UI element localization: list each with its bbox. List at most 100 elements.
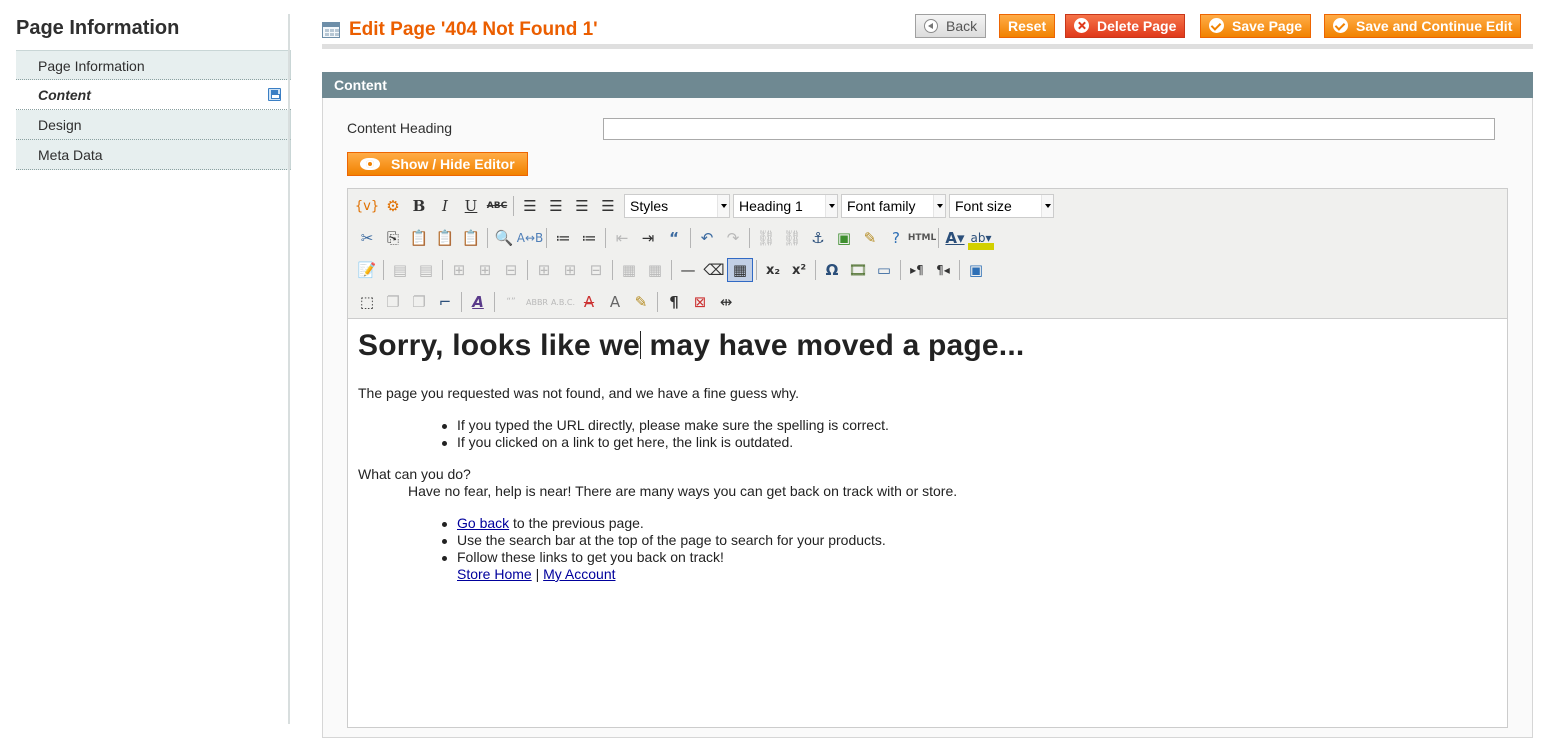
move-forward-icon[interactable]: ❐ — [380, 290, 406, 314]
store-home-link[interactable]: Store Home — [457, 566, 532, 582]
sidebar-item-page-information[interactable]: Page Information — [16, 50, 291, 80]
toolbar-separator — [494, 292, 495, 312]
copy-icon[interactable]: ⎘ — [380, 226, 406, 250]
toolbar-separator — [749, 228, 750, 248]
row-properties-icon[interactable]: ▤ — [387, 258, 413, 282]
undo-icon[interactable]: ↶ — [694, 226, 720, 250]
rtl-icon[interactable]: ¶◂ — [930, 258, 956, 282]
help-icon[interactable]: ? — [883, 226, 909, 250]
cut-icon[interactable]: ✂ — [354, 226, 380, 250]
content-heading-input[interactable] — [603, 118, 1495, 140]
toolbar-separator — [527, 260, 528, 280]
style-props-icon[interactable]: A — [465, 290, 491, 314]
move-backward-icon[interactable]: ❐ — [406, 290, 432, 314]
cite-icon[interactable]: “” — [498, 290, 524, 314]
subscript-icon[interactable]: x₂ — [760, 258, 786, 282]
unlink-icon[interactable]: ⛓ — [779, 226, 805, 250]
indent-icon[interactable]: ⇥ — [635, 226, 661, 250]
toolbar-separator — [461, 292, 462, 312]
reset-button[interactable]: Reset — [999, 14, 1056, 38]
save-page-button[interactable]: Save Page — [1200, 14, 1312, 38]
align-right-icon[interactable]: ☰ — [569, 194, 595, 218]
sidebar-item-content[interactable]: Content — [16, 80, 291, 110]
sidebar-item-meta-data[interactable]: Meta Data — [16, 140, 291, 170]
cleanup-icon[interactable]: ✎ — [857, 226, 883, 250]
save-and-continue-button[interactable]: Save and Continue Edit — [1324, 14, 1522, 38]
insert-layer-box-icon[interactable]: ⬚ — [354, 290, 380, 314]
cell-properties-icon[interactable]: ▤ — [413, 258, 439, 282]
toolbar-separator — [513, 196, 514, 216]
text-color-icon[interactable]: A▾ — [942, 226, 968, 250]
align-center-icon[interactable]: ☰ — [543, 194, 569, 218]
abbr-icon[interactable]: ABBR — [524, 290, 550, 314]
strikethrough-icon[interactable]: ABC — [484, 194, 510, 218]
delete-row-icon[interactable]: ⊟ — [498, 258, 524, 282]
styles-select[interactable]: Styles — [624, 194, 730, 218]
image-icon[interactable]: ▣ — [831, 226, 857, 250]
font-size-select[interactable]: Font size — [949, 194, 1054, 218]
remove-format-icon[interactable]: ⌫ — [701, 258, 727, 282]
chevron-down-icon — [825, 195, 837, 217]
blockquote-icon[interactable]: “ — [661, 226, 687, 250]
superscript-icon[interactable]: x² — [786, 258, 812, 282]
my-account-link[interactable]: My Account — [543, 566, 615, 582]
page-break-icon[interactable]: ⇹ — [713, 290, 739, 314]
italic-icon[interactable]: I — [432, 194, 458, 218]
html-source-icon[interactable]: HTML — [908, 226, 936, 250]
ltr-icon[interactable]: ▸¶ — [904, 258, 930, 282]
anchor-icon[interactable]: ⚓ — [805, 226, 831, 250]
merge-cells-icon[interactable]: ▦ — [642, 258, 668, 282]
font-family-select[interactable]: Font family — [841, 194, 946, 218]
paste-icon[interactable]: 📋 — [406, 226, 432, 250]
insert-widget-icon[interactable]: ⚙ — [380, 194, 406, 218]
redo-icon[interactable]: ↷ — [720, 226, 746, 250]
back-button[interactable]: Back — [915, 14, 987, 38]
insert-text-icon[interactable]: A — [602, 290, 628, 314]
visual-chars-icon[interactable]: ¶ — [661, 290, 687, 314]
sidebar-item-label: Meta Data — [38, 147, 103, 163]
nonbreaking-icon[interactable]: ⊠ — [687, 290, 713, 314]
horizontal-rule-icon[interactable]: — — [675, 258, 701, 282]
align-justify-icon[interactable]: ☰ — [595, 194, 621, 218]
align-left-icon[interactable]: ☰ — [517, 194, 543, 218]
paste-text-icon[interactable]: 📋 — [432, 226, 458, 250]
insert-col-after-icon[interactable]: ⊞ — [557, 258, 583, 282]
sidebar-item-design[interactable]: Design — [16, 110, 291, 140]
paste-word-icon[interactable]: 📋 — [458, 226, 484, 250]
go-back-link[interactable]: Go back — [457, 515, 509, 531]
absolute-position-icon[interactable]: ⌐ — [432, 290, 458, 314]
attributes-icon[interactable]: ✎ — [628, 290, 654, 314]
delete-text-icon[interactable]: A — [576, 290, 602, 314]
special-char-icon[interactable]: Ω — [819, 258, 845, 282]
search-icon[interactable]: 🔍 — [491, 226, 517, 250]
page-title: Edit Page '404 Not Found 1' — [349, 19, 598, 40]
page-grid-icon — [322, 22, 340, 38]
insert-row-before-icon[interactable]: ⊞ — [446, 258, 472, 282]
split-cells-icon[interactable]: ▦ — [616, 258, 642, 282]
insert-row-after-icon[interactable]: ⊞ — [472, 258, 498, 282]
bold-icon[interactable]: B — [406, 194, 432, 218]
toolbar-separator — [546, 228, 547, 248]
toolbar-separator — [605, 228, 606, 248]
fullscreen-icon[interactable]: ▭ — [871, 258, 897, 282]
editor-body[interactable]: Sorry, looks like we may have moved a pa… — [358, 329, 1498, 583]
acronym-icon[interactable]: A.B.C. — [550, 290, 576, 314]
replace-icon[interactable]: A↔B — [517, 226, 544, 250]
insert-col-before-icon[interactable]: ⊞ — [531, 258, 557, 282]
delete-page-button[interactable]: Delete Page — [1065, 14, 1186, 38]
insert-variable-icon[interactable]: {v} — [354, 194, 380, 218]
preview-icon[interactable]: ▣ — [963, 258, 989, 282]
delete-col-icon[interactable]: ⊟ — [583, 258, 609, 282]
link-icon[interactable]: ⛓ — [753, 226, 779, 250]
highlight-color-icon[interactable]: ab▾ — [968, 226, 994, 250]
insert-layer-icon[interactable]: 📝 — [354, 258, 380, 282]
numbered-list-icon[interactable]: ≔ — [576, 226, 602, 250]
underline-icon[interactable]: U — [458, 194, 484, 218]
actions-list: Go back to the previous page. Use the se… — [358, 515, 1498, 583]
format-select[interactable]: Heading 1 — [733, 194, 838, 218]
show-hide-editor-button[interactable]: Show / Hide Editor — [347, 152, 528, 176]
outdent-icon[interactable]: ⇤ — [609, 226, 635, 250]
media-icon[interactable]: 🎞 — [845, 258, 871, 282]
bullet-list-icon[interactable]: ≔ — [550, 226, 576, 250]
insert-table-icon[interactable]: ▦ — [727, 258, 753, 282]
